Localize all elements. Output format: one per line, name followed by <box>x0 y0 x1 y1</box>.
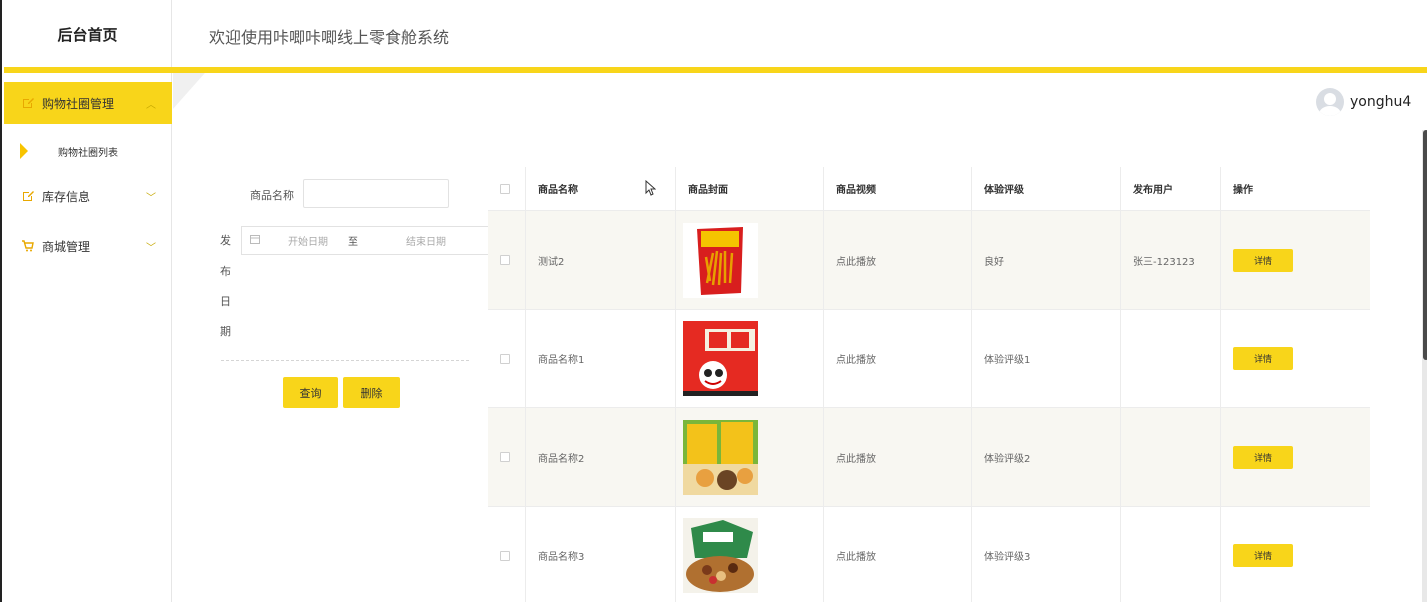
mouse-cursor-icon <box>645 179 657 199</box>
date-label-char: 日 <box>220 295 231 308</box>
user-cell: 张三-123123 <box>1121 211 1221 309</box>
date-label-char: 发 <box>220 234 231 247</box>
detail-button[interactable]: 详情 <box>1233 445 1293 469</box>
home-label: 后台首页 <box>57 25 118 44</box>
edit-icon <box>22 97 34 109</box>
sidebar-item-label: 商城管理 <box>42 239 91 254</box>
row-checkbox[interactable] <box>488 310 526 407</box>
username[interactable]: yonghu4 <box>1350 94 1411 110</box>
column-header[interactable]: 商品封面 <box>676 167 824 210</box>
cover-cell <box>676 507 824 602</box>
column-header: 操作 <box>1233 185 1253 196</box>
product-cover-image <box>683 222 758 298</box>
date-label-char: 期 <box>220 325 231 338</box>
product-cover-image <box>683 321 758 396</box>
avatar[interactable] <box>1316 88 1344 116</box>
user-cell <box>1121 310 1221 407</box>
table-row: 测试2 点此播放 良好 张三-123123 详情 <box>488 211 1370 310</box>
rating-cell: 体验评级2 <box>972 408 1121 506</box>
table-row: 商品名称2 点此播放 体验评级2 详情 <box>488 408 1370 507</box>
row-checkbox[interactable] <box>488 211 526 309</box>
divider <box>221 360 469 361</box>
row-checkbox[interactable] <box>488 408 526 506</box>
column-header[interactable]: 商品视频 <box>824 167 972 210</box>
query-button[interactable]: 查询 <box>283 377 338 408</box>
content-toolbar <box>173 73 1427 130</box>
product-name-label: 商品名称 <box>250 189 294 202</box>
product-name-cell: 商品名称1 <box>526 310 676 407</box>
app-window: 后台首页 欢迎使用咔唧咔唧线上零食舱系统 购物社圈管理 ︿ 购物社圈列表 库存信… <box>0 0 1427 602</box>
table-row: 商品名称3 点此播放 体验评级3 详情 <box>488 507 1370 602</box>
select-all-checkbox[interactable] <box>488 167 526 210</box>
sidebar: 购物社圈管理 ︿ 购物社圈列表 库存信息 ﹀ 商城管理 ﹀ <box>4 73 172 602</box>
action-cell: 详情 <box>1221 310 1370 407</box>
product-name-input[interactable] <box>303 179 449 208</box>
video-link[interactable]: 点此播放 <box>824 310 972 407</box>
calendar-icon <box>250 234 260 247</box>
sidebar-item-label: 库存信息 <box>42 189 91 204</box>
cover-cell <box>676 408 824 506</box>
cover-cell <box>676 211 824 309</box>
edit-icon <box>22 190 34 202</box>
product-name-cell: 商品名称2 <box>526 408 676 506</box>
chevron-down-icon: ﹀ <box>146 193 156 204</box>
rating-cell: 良好 <box>972 211 1121 309</box>
delete-button[interactable]: 删除 <box>343 377 400 408</box>
sidebar-item-shopping-circle[interactable]: 购物社圈管理 ︿ <box>4 82 172 124</box>
detail-button[interactable]: 详情 <box>1233 347 1293 370</box>
product-name-cell: 商品名称3 <box>526 507 676 602</box>
video-link[interactable]: 点此播放 <box>824 507 972 602</box>
sidebar-item-inventory[interactable]: 库存信息 ﹀ <box>4 175 172 217</box>
product-cover-image <box>683 518 758 593</box>
action-cell: 详情 <box>1221 507 1370 602</box>
start-date-input[interactable]: 开始日期 <box>288 233 348 248</box>
table-header: 商品名称 商品封面 商品视频 体验评级 发布用户 操作 <box>488 167 1370 211</box>
sidebar-item-mall[interactable]: 商城管理 ﹀ <box>4 225 172 267</box>
chevron-up-icon: ︿ <box>146 100 156 111</box>
chevron-down-icon: ﹀ <box>146 243 156 254</box>
table-row: 商品名称1 点此播放 体验评级1 详情 <box>488 310 1370 408</box>
user-cell <box>1121 408 1221 506</box>
sidebar-subitem-label: 购物社圈列表 <box>58 147 118 159</box>
search-panel: 商品名称 发 布 日 期 开始日期 至 结束日期 查询 删除 <box>209 167 489 431</box>
rating-cell: 体验评级1 <box>972 310 1121 407</box>
scrollbar-thumb[interactable] <box>1423 130 1427 360</box>
user-cell <box>1121 507 1221 602</box>
home-link[interactable]: 后台首页 <box>4 0 172 68</box>
video-link[interactable]: 点此播放 <box>824 408 972 506</box>
video-link[interactable]: 点此播放 <box>824 211 972 309</box>
column-header[interactable]: 发布用户 <box>1121 167 1221 210</box>
date-range-picker[interactable]: 开始日期 至 结束日期 <box>241 226 489 255</box>
active-indicator-icon <box>20 143 28 159</box>
product-name-cell: 测试2 <box>526 211 676 309</box>
detail-button[interactable]: 详情 <box>1233 248 1293 272</box>
rating-cell: 体验评级3 <box>972 507 1121 602</box>
action-cell: 详情 <box>1221 211 1370 309</box>
action-cell: 详情 <box>1221 408 1370 506</box>
page-title: 欢迎使用咔唧咔唧线上零食舱系统 <box>209 28 450 47</box>
end-date-input[interactable]: 结束日期 <box>406 233 446 248</box>
column-header[interactable]: 体验评级 <box>972 167 1121 210</box>
sidebar-item-label: 购物社圈管理 <box>42 96 115 111</box>
cart-icon <box>22 240 34 252</box>
sidebar-subitem-circle-list[interactable]: 购物社圈列表 <box>4 135 172 167</box>
cover-cell <box>676 310 824 407</box>
product-cover-image <box>683 419 758 495</box>
range-separator: 至 <box>348 237 358 248</box>
detail-button[interactable]: 详情 <box>1233 544 1293 567</box>
row-checkbox[interactable] <box>488 507 526 602</box>
data-table: 商品名称 商品封面 商品视频 体验评级 发布用户 操作 测试2 点此播放 良好 … <box>488 167 1370 602</box>
date-label-char: 布 <box>220 265 231 278</box>
